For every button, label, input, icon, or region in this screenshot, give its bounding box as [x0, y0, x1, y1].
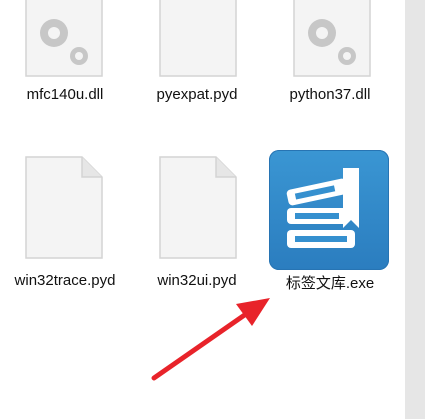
red-arrow-annotation: [151, 298, 270, 381]
vertical-scrollbar[interactable]: [405, 0, 425, 419]
